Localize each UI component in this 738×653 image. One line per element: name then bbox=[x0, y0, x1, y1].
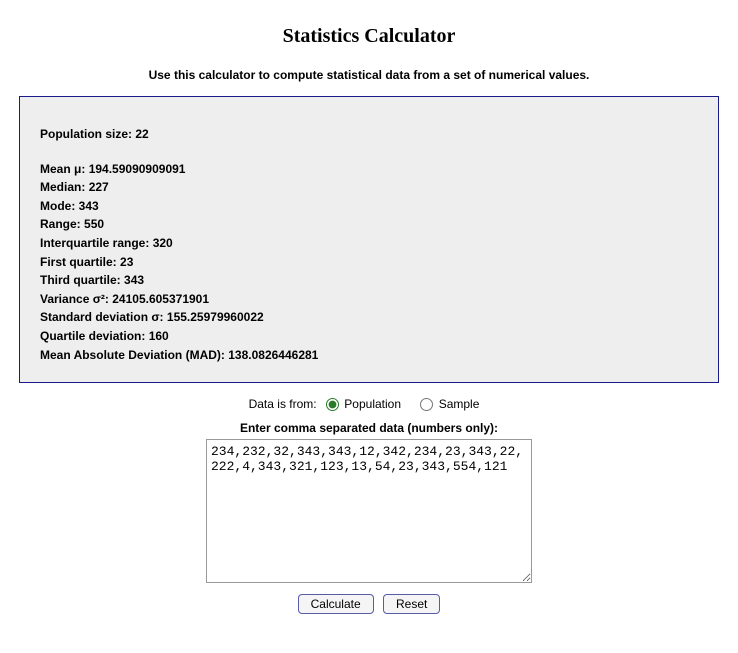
result-value: 194.59090909091 bbox=[89, 162, 186, 176]
reset-button[interactable]: Reset bbox=[383, 594, 440, 614]
result-value: 22 bbox=[135, 127, 148, 141]
result-value: 138.0826446281 bbox=[228, 348, 318, 362]
result-label: Mean μ: bbox=[40, 162, 85, 176]
result-label: Median: bbox=[40, 180, 85, 194]
population-radio[interactable] bbox=[326, 398, 339, 411]
result-label: Interquartile range: bbox=[40, 236, 149, 250]
result-mad: Mean Absolute Deviation (MAD): 138.08264… bbox=[40, 346, 698, 365]
page-title: Statistics Calculator bbox=[15, 25, 723, 48]
result-label: Range: bbox=[40, 217, 81, 231]
page-subtitle: Use this calculator to compute statistic… bbox=[15, 68, 723, 82]
result-label: Third quartile: bbox=[40, 273, 121, 287]
result-value: 155.25979960022 bbox=[167, 310, 264, 324]
data-source-prefix: Data is from: bbox=[249, 397, 317, 411]
result-q1: First quartile: 23 bbox=[40, 253, 698, 272]
result-variance: Variance σ²: 24105.605371901 bbox=[40, 290, 698, 309]
population-label: Population bbox=[344, 397, 401, 411]
result-label: Population size: bbox=[40, 127, 132, 141]
data-input[interactable] bbox=[206, 439, 532, 583]
data-input-label: Enter comma separated data (numbers only… bbox=[15, 421, 723, 435]
result-label: First quartile: bbox=[40, 255, 117, 269]
result-range: Range: 550 bbox=[40, 215, 698, 234]
result-label: Mean Absolute Deviation (MAD): bbox=[40, 348, 225, 362]
result-label: Quartile deviation: bbox=[40, 329, 145, 343]
result-value: 24105.605371901 bbox=[112, 292, 209, 306]
result-mode: Mode: 343 bbox=[40, 197, 698, 216]
result-value: 23 bbox=[120, 255, 133, 269]
data-source-selector: Data is from: Population Sample bbox=[15, 397, 723, 411]
result-median: Median: 227 bbox=[40, 178, 698, 197]
result-mean: Mean μ: 194.59090909091 bbox=[40, 160, 698, 179]
result-value: 320 bbox=[153, 236, 173, 250]
sample-option[interactable]: Sample bbox=[414, 397, 479, 411]
result-qdev: Quartile deviation: 160 bbox=[40, 327, 698, 346]
result-value: 343 bbox=[124, 273, 144, 287]
sample-radio[interactable] bbox=[420, 398, 433, 411]
result-label: Mode: bbox=[40, 199, 75, 213]
result-q3: Third quartile: 343 bbox=[40, 271, 698, 290]
result-value: 160 bbox=[149, 329, 169, 343]
result-population-size: Population size: 22 bbox=[40, 125, 698, 144]
result-label: Variance σ²: bbox=[40, 292, 109, 306]
result-iqr: Interquartile range: 320 bbox=[40, 234, 698, 253]
result-label: Standard deviation σ: bbox=[40, 310, 164, 324]
results-panel: Population size: 22 Mean μ: 194.59090909… bbox=[19, 96, 719, 383]
sample-label: Sample bbox=[439, 397, 480, 411]
result-value: 343 bbox=[79, 199, 99, 213]
calculate-button[interactable]: Calculate bbox=[298, 594, 374, 614]
result-stddev: Standard deviation σ: 155.25979960022 bbox=[40, 308, 698, 327]
result-value: 227 bbox=[89, 180, 109, 194]
result-value: 550 bbox=[84, 217, 104, 231]
population-option[interactable]: Population bbox=[320, 397, 404, 411]
